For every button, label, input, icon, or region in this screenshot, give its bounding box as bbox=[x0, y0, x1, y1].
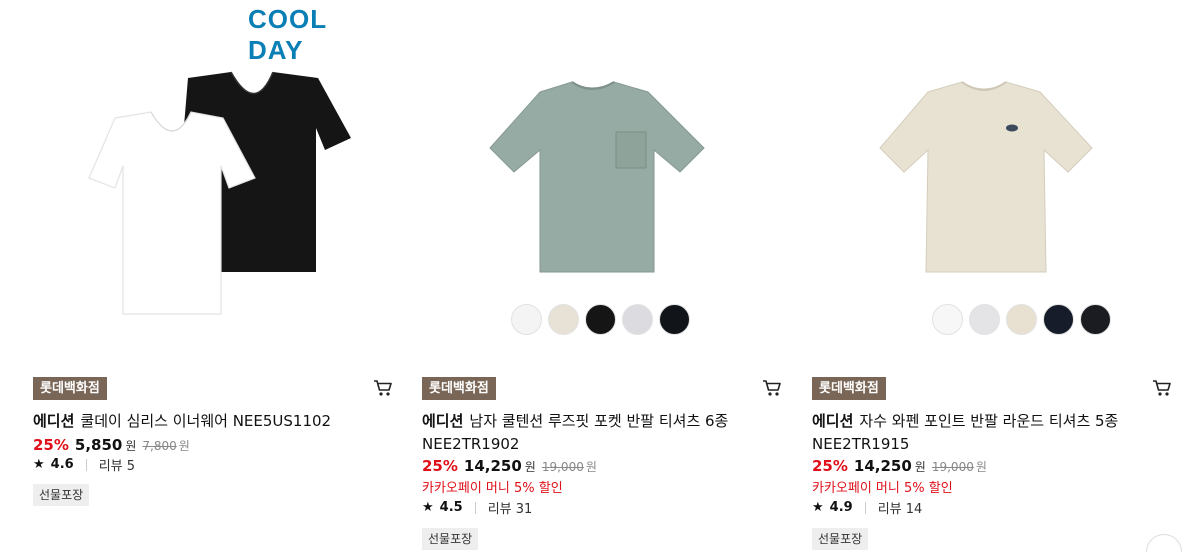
original-price: 19,000 bbox=[541, 460, 584, 474]
cart-icon[interactable] bbox=[373, 379, 393, 397]
store-badge: 롯데백화점 bbox=[33, 377, 107, 400]
color-swatch[interactable] bbox=[1006, 304, 1037, 335]
product-brand: 에디션 bbox=[33, 412, 75, 430]
original-price: 19,000 bbox=[931, 460, 974, 474]
rating-score: 4.6 bbox=[50, 457, 74, 472]
product-card-1[interactable]: COOL DAY 롯데백화점 에디션 쿨데이 심리스 이너웨어 NEE5US110… bbox=[33, 0, 393, 552]
original-price-currency: 원 bbox=[585, 460, 597, 474]
product-brand: 에디션 bbox=[812, 412, 854, 430]
color-swatch[interactable] bbox=[1043, 304, 1074, 335]
color-swatch[interactable] bbox=[622, 304, 653, 335]
star-icon: ★ bbox=[33, 457, 45, 472]
tshirt-image-sage bbox=[489, 81, 705, 273]
review-count: 리뷰 5 bbox=[98, 459, 136, 474]
scroll-top-button[interactable] bbox=[1146, 534, 1182, 552]
gift-wrap-tag: 선물포장 bbox=[33, 484, 90, 506]
store-badge: 롯데백화점 bbox=[812, 377, 886, 400]
color-swatch[interactable] bbox=[659, 304, 690, 335]
sale-price: 14,250 bbox=[463, 457, 522, 475]
store-badge: 롯데백화점 bbox=[422, 377, 496, 400]
color-swatch[interactable] bbox=[548, 304, 579, 335]
sale-price: 14,250 bbox=[853, 457, 912, 475]
original-price-currency: 원 bbox=[178, 439, 190, 453]
price-row: 25% 14,250 원 19,000 원 bbox=[812, 457, 987, 475]
tshirt-image-beige bbox=[879, 81, 1093, 273]
gift-wrap-tag: 선물포장 bbox=[422, 528, 479, 550]
rating-score: 4.9 bbox=[829, 500, 853, 515]
rating-row: ★ 4.9 리뷰 14 bbox=[812, 498, 922, 517]
product-card-2[interactable]: 롯데백화점 에디션 남자 쿨텐션 루즈핏 포켓 반팔 티셔츠 6종 NEE2TR1… bbox=[422, 0, 782, 552]
product-name: 쿨데이 심리스 이너웨어 NEE5US1102 bbox=[80, 412, 332, 430]
discount-rate: 25% bbox=[33, 436, 69, 454]
color-swatch[interactable] bbox=[969, 304, 1000, 335]
color-swatch[interactable] bbox=[932, 304, 963, 335]
product-image[interactable] bbox=[422, 0, 762, 340]
cart-icon[interactable] bbox=[1152, 379, 1172, 397]
kakaopay-promo: 카카오페이 머니 5% 할인 bbox=[422, 481, 563, 496]
original-price-currency: 원 bbox=[975, 460, 987, 474]
rating-row: ★ 4.6 리뷰 5 bbox=[33, 455, 135, 474]
discount-rate: 25% bbox=[422, 457, 458, 475]
star-icon: ★ bbox=[812, 500, 824, 515]
product-title[interactable]: 에디션 남자 쿨텐션 루즈핏 포켓 반팔 티셔츠 6종 NEE2TR1902 bbox=[422, 410, 772, 456]
review-count: 리뷰 14 bbox=[877, 502, 923, 517]
kakaopay-promo: 카카오페이 머니 5% 할인 bbox=[812, 481, 953, 496]
review-count: 리뷰 31 bbox=[487, 502, 533, 517]
product-brand: 에디션 bbox=[422, 412, 464, 430]
discount-rate: 25% bbox=[812, 457, 848, 475]
color-swatches bbox=[932, 304, 1111, 335]
price-currency: 원 bbox=[125, 439, 137, 453]
cart-icon[interactable] bbox=[762, 379, 782, 397]
color-swatch[interactable] bbox=[511, 304, 542, 335]
color-swatch[interactable] bbox=[585, 304, 616, 335]
price-currency: 원 bbox=[524, 460, 536, 474]
rating-row: ★ 4.5 리뷰 31 bbox=[422, 498, 532, 517]
sale-price: 5,850 bbox=[74, 436, 123, 454]
divider bbox=[474, 501, 476, 514]
color-swatch[interactable] bbox=[1080, 304, 1111, 335]
price-row: 25% 5,850 원 7,800 원 bbox=[33, 436, 190, 454]
color-swatches bbox=[511, 304, 690, 335]
product-title[interactable]: 에디션 쿨데이 심리스 이너웨어 NEE5US1102 bbox=[33, 410, 383, 433]
rating-score: 4.5 bbox=[439, 500, 463, 515]
product-name: 자수 와펜 포인트 반팔 라운드 티셔츠 5종 NEE2TR1915 bbox=[812, 412, 1119, 453]
star-icon: ★ bbox=[422, 500, 434, 515]
product-card-3[interactable]: 롯데백화점 에디션 자수 와펜 포인트 반팔 라운드 티셔츠 5종 NEE2TR1… bbox=[812, 0, 1182, 552]
cool-day-banner-text: COOL DAY bbox=[248, 4, 327, 65]
original-price: 7,800 bbox=[142, 439, 177, 453]
product-name: 남자 쿨텐션 루즈핏 포켓 반팔 티셔츠 6종 NEE2TR1902 bbox=[422, 412, 729, 453]
price-currency: 원 bbox=[914, 460, 926, 474]
product-title[interactable]: 에디션 자수 와펜 포인트 반팔 라운드 티셔츠 5종 NEE2TR1915 bbox=[812, 410, 1162, 456]
product-image[interactable] bbox=[812, 0, 1152, 340]
price-row: 25% 14,250 원 19,000 원 bbox=[422, 457, 597, 475]
gift-wrap-tag: 선물포장 bbox=[812, 528, 869, 550]
divider bbox=[85, 458, 87, 471]
divider bbox=[864, 501, 866, 514]
product-image[interactable]: COOL DAY bbox=[33, 0, 373, 340]
